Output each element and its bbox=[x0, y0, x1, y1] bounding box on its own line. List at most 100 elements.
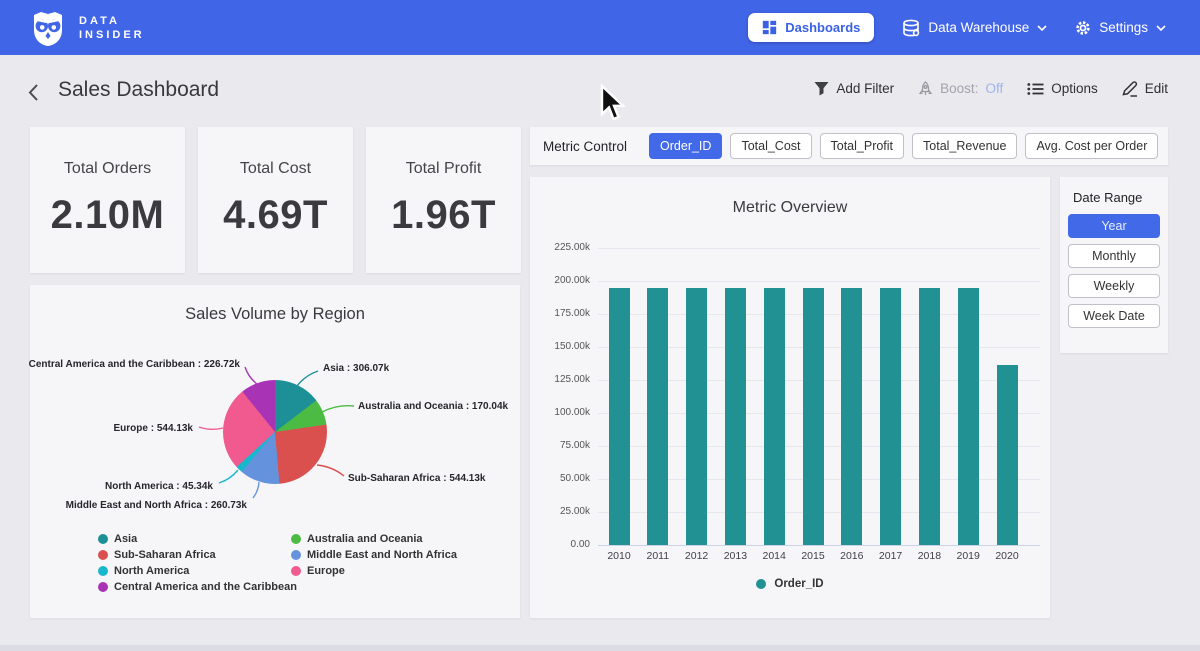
kpi-card-total-cost: Total Cost 4.69T bbox=[198, 127, 353, 273]
pie-label-4: North America : 45.34k bbox=[105, 481, 213, 492]
kpi-card-total-orders: Total Orders 2.10M bbox=[30, 127, 185, 273]
navbar: DATA INSIDER Dashboards Data Warehouse bbox=[0, 0, 1200, 55]
back-button[interactable] bbox=[27, 83, 40, 105]
list-icon bbox=[1027, 81, 1044, 97]
kpi-value: 4.69T bbox=[198, 193, 353, 238]
dashboards-button[interactable]: Dashboards bbox=[748, 13, 874, 42]
y-tick: 0.00 bbox=[530, 539, 590, 550]
legend-label: Asia bbox=[114, 533, 137, 545]
legend-label: Australia and Oceania bbox=[307, 533, 423, 545]
kpi-value: 1.96T bbox=[366, 193, 521, 238]
legend-item-sub-saharan-africa[interactable]: Sub-Saharan Africa bbox=[98, 547, 297, 563]
legend-item-north-america[interactable]: North America bbox=[98, 563, 297, 579]
bar-2019[interactable] bbox=[958, 288, 979, 545]
y-tick: 175.00k bbox=[530, 308, 590, 319]
legend-label-order-id: Order_ID bbox=[774, 578, 823, 590]
edit-button[interactable]: Edit bbox=[1122, 80, 1168, 97]
date-range-year-button[interactable]: Year bbox=[1068, 214, 1160, 238]
gridline bbox=[598, 248, 1040, 249]
x-tick: 2016 bbox=[832, 550, 872, 562]
bar-2010[interactable] bbox=[609, 288, 630, 545]
metric-button-avg-cost-per-order[interactable]: Avg. Cost per Order bbox=[1025, 133, 1158, 159]
pie-chart[interactable] bbox=[223, 380, 327, 484]
y-tick: 150.00k bbox=[530, 341, 590, 352]
boost-label: Boost: bbox=[940, 81, 978, 96]
settings-menu[interactable]: Settings bbox=[1075, 20, 1166, 36]
data-warehouse-label: Data Warehouse bbox=[928, 20, 1029, 35]
metric-control-label: Metric Control bbox=[543, 139, 627, 154]
boost-toggle[interactable]: Boost: Off bbox=[918, 81, 1003, 97]
navbar-actions: Dashboards Data Warehouse Settings bbox=[748, 13, 1200, 42]
settings-label: Settings bbox=[1099, 20, 1148, 35]
chevron-left-icon bbox=[27, 83, 40, 102]
pencil-icon bbox=[1122, 80, 1138, 97]
legend-item-asia[interactable]: Asia bbox=[98, 531, 297, 547]
pie-chart-title: Sales Volume by Region bbox=[30, 305, 520, 324]
x-tick: 2012 bbox=[677, 550, 717, 562]
y-tick: 200.00k bbox=[530, 275, 590, 286]
legend-item-middle-east-north-africa[interactable]: Middle East and North Africa bbox=[291, 547, 457, 563]
kpi-card-total-profit: Total Profit 1.96T bbox=[366, 127, 521, 273]
legend-dot bbox=[291, 550, 301, 560]
bar-2011[interactable] bbox=[647, 288, 668, 545]
dashboard-grid-icon bbox=[762, 20, 777, 35]
kpi-label: Total Cost bbox=[198, 160, 353, 178]
bar-2018[interactable] bbox=[919, 288, 940, 545]
bar-2017[interactable] bbox=[880, 288, 901, 545]
x-tick: 2019 bbox=[948, 550, 988, 562]
legend-item-central-america[interactable]: Central America and the Caribbean bbox=[98, 579, 297, 595]
kpi-value: 2.10M bbox=[30, 193, 185, 238]
x-tick: 2011 bbox=[638, 550, 678, 562]
edit-label: Edit bbox=[1145, 81, 1168, 96]
pie-label-1: Australia and Oceania : 170.04k bbox=[358, 401, 508, 412]
legend-item-australia-oceania[interactable]: Australia and Oceania bbox=[291, 531, 457, 547]
bar-2015[interactable] bbox=[803, 288, 824, 545]
brand: DATA INSIDER bbox=[28, 8, 145, 48]
bar-2016[interactable] bbox=[841, 288, 862, 545]
bar-2014[interactable] bbox=[764, 288, 785, 545]
metric-button-total-revenue[interactable]: Total_Revenue bbox=[912, 133, 1017, 159]
x-tick: 2013 bbox=[715, 550, 755, 562]
bar-plot bbox=[598, 248, 1040, 545]
legend-dot bbox=[291, 566, 301, 576]
date-range-week-date-button[interactable]: Week Date bbox=[1068, 304, 1160, 328]
y-tick: 50.00k bbox=[530, 473, 590, 484]
chevron-down-icon bbox=[1037, 25, 1047, 31]
date-range-monthly-button[interactable]: Monthly bbox=[1068, 244, 1160, 268]
legend-label: Middle East and North Africa bbox=[307, 549, 457, 561]
date-range-weekly-button[interactable]: Weekly bbox=[1068, 274, 1160, 298]
rocket-icon bbox=[918, 81, 933, 97]
add-filter-button[interactable]: Add Filter bbox=[814, 81, 894, 96]
chevron-down-icon bbox=[1156, 25, 1166, 31]
x-tick: 2018 bbox=[909, 550, 949, 562]
mouse-cursor bbox=[599, 84, 627, 124]
boost-value: Off bbox=[985, 81, 1003, 96]
bar-legend[interactable]: Order_ID bbox=[530, 578, 1050, 590]
legend-dot-order-id bbox=[756, 579, 766, 589]
date-range-label: Date Range bbox=[1073, 190, 1168, 205]
data-warehouse-menu[interactable]: Data Warehouse bbox=[902, 19, 1047, 37]
metric-button-total-cost[interactable]: Total_Cost bbox=[730, 133, 811, 159]
bar-2020[interactable] bbox=[997, 365, 1018, 545]
gridline bbox=[598, 545, 1040, 546]
bottom-strip bbox=[0, 645, 1200, 651]
bar-2012[interactable] bbox=[686, 288, 707, 545]
metric-button-order-id[interactable]: Order_ID bbox=[649, 133, 722, 159]
x-tick: 2014 bbox=[754, 550, 794, 562]
metric-button-total-profit[interactable]: Total_Profit bbox=[820, 133, 905, 159]
pie-label-3: Middle East and North Africa : 260.73k bbox=[66, 500, 247, 511]
brand-line2: INSIDER bbox=[79, 28, 145, 42]
pie-label-2: Sub-Saharan Africa : 544.13k bbox=[348, 473, 485, 484]
pie-label-0: Asia : 306.07k bbox=[323, 363, 389, 374]
bar-2013[interactable] bbox=[725, 288, 746, 545]
options-button[interactable]: Options bbox=[1027, 81, 1098, 97]
legend-item-europe[interactable]: Europe bbox=[291, 563, 457, 579]
y-tick: 25.00k bbox=[530, 506, 590, 517]
legend-label: Central America and the Caribbean bbox=[114, 581, 297, 593]
x-tick: 2010 bbox=[599, 550, 639, 562]
gear-icon bbox=[1075, 20, 1091, 36]
filter-icon bbox=[814, 81, 829, 96]
bar-xaxis: 2010201120122013201420152016201720182019… bbox=[598, 550, 1040, 564]
brand-text: DATA INSIDER bbox=[79, 14, 145, 42]
kpi-label: Total Orders bbox=[30, 160, 185, 178]
